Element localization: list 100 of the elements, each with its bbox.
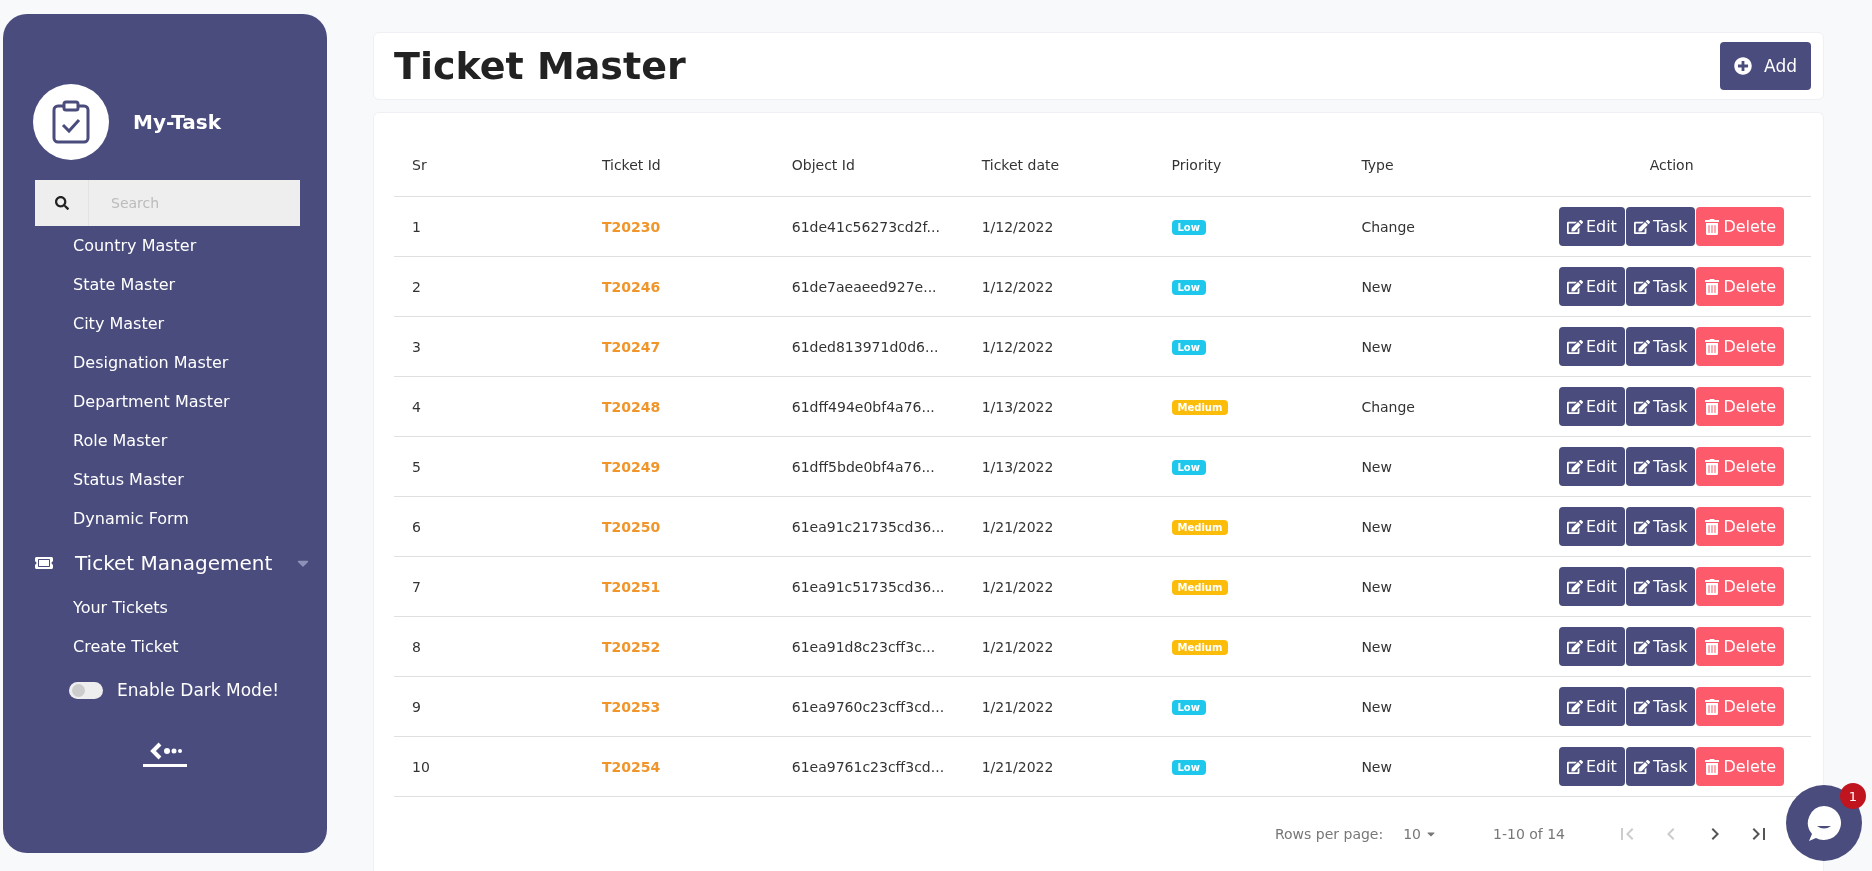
table-cell: 61ea9761c23cff3cd... [773,736,964,797]
sidebar-item[interactable]: City Master [3,304,327,343]
switch-label: Enable Dark Mode! [117,680,280,700]
task-button[interactable]: Task [1625,207,1696,246]
task-button[interactable]: Task [1625,747,1696,786]
table-cell: 1/12/2022 [963,316,1154,377]
table-cell: 61dff5bde0bf4a76... [773,436,964,497]
table-cell: 61ded813971d0d6... [773,316,964,377]
table-cell: 1/21/2022 [963,496,1154,557]
edit-button[interactable]: Edit [1558,267,1625,306]
ticket-id: T20252 [601,638,661,655]
page-range: 1-10 of 14 [1493,826,1565,842]
table-cell: New [1343,436,1534,497]
rows-per-page-select[interactable]: 10 [1403,826,1437,842]
table-cell: 3 [394,316,584,377]
sidebar-group[interactable]: Ticket Management [75,551,273,575]
table-cell: 1/13/2022 [963,436,1154,497]
edit-icon [1633,458,1650,475]
priority-badge: Medium [1171,520,1229,535]
table-cell: 1/21/2022 [963,616,1154,677]
trash-icon [1704,218,1721,235]
sidebar-item[interactable]: Dynamic Form [3,499,327,538]
table-cell: 1/21/2022 [963,736,1154,797]
edit-button[interactable]: Edit [1558,747,1625,786]
priority-badge: Medium [1171,580,1229,595]
table-cell: New [1343,496,1534,557]
task-button[interactable]: Task [1625,267,1696,306]
priority-badge: Low [1171,460,1206,475]
table-cell: 9 [394,676,584,737]
edit-button[interactable]: Edit [1558,627,1625,666]
task-button[interactable]: Task [1625,507,1696,546]
task-button[interactable]: Task [1625,567,1696,606]
table-cell: 1 [394,196,584,257]
plus-icon [1734,56,1753,75]
edit-icon [1633,278,1650,295]
table-cell: Change [1343,376,1534,437]
edit-icon [1633,518,1650,535]
table-cell: 61de7aeaeed927e... [773,256,964,317]
column-header: Sr [394,134,584,197]
table-cell: 1/13/2022 [963,376,1154,437]
table-cell: New [1343,616,1534,677]
edit-icon [1566,278,1583,295]
trash-icon [1704,758,1721,775]
edit-icon [1566,518,1583,535]
table-cell: Change [1343,196,1534,257]
edit-icon [1566,758,1583,775]
task-button[interactable]: Task [1625,687,1696,726]
ticket-id: T20230 [601,218,661,235]
table-cell: New [1343,676,1534,737]
sidebar-item[interactable]: Country Master [3,226,327,265]
edit-button[interactable]: Edit [1558,507,1625,546]
ticket-id: T20248 [601,398,661,415]
sidebar-item[interactable]: Designation Master [3,343,327,382]
sidebar-item[interactable]: Department Master [3,382,327,421]
table-cell: 61ea9760c23cff3cd... [773,676,964,737]
column-header: Action [1533,134,1811,197]
table-cell: 1/12/2022 [963,196,1154,257]
edit-icon [1633,218,1650,235]
table-cell: New [1343,736,1534,797]
table-cell: 61dff494e0bf4a76... [773,376,964,437]
ticket-id: T20249 [601,458,661,475]
sidebar-item[interactable]: Your Tickets [3,588,327,627]
edit-button[interactable]: Edit [1558,447,1625,486]
edit-icon [1566,218,1583,235]
trash-icon [1704,638,1721,655]
table-cell: 61de41c56273cd2f... [773,196,964,257]
table-cell: New [1343,256,1534,317]
edit-button[interactable]: Edit [1558,387,1625,426]
task-button[interactable]: Task [1625,447,1696,486]
edit-button[interactable]: Edit [1558,327,1625,366]
edit-button[interactable]: Edit [1558,207,1625,246]
sidebar-item[interactable]: Status Master [3,460,327,499]
dark-mode-switch[interactable] [69,681,103,699]
table-cell: 8 [394,616,584,677]
table-cell: New [1343,316,1534,377]
table-cell: 6 [394,496,584,557]
sidebar-item[interactable]: Create Ticket [3,627,327,666]
edit-icon [1566,698,1583,715]
ticket-id: T20254 [601,758,661,775]
edit-button[interactable]: Edit [1558,567,1625,606]
task-button[interactable]: Task [1625,627,1696,666]
page-title: Ticket Master [394,43,686,88]
sidebar-item[interactable]: Role Master [3,421,327,460]
table-cell: 10 [394,736,584,797]
add-button[interactable]: Add [1720,41,1811,90]
table-cell: 61ea91c51735cd36... [773,556,964,617]
edit-icon [1633,758,1650,775]
task-button[interactable]: Task [1625,387,1696,426]
ticket-id: T20247 [601,338,661,355]
edit-icon [1566,578,1583,595]
app-name: My-Task [133,110,222,134]
trash-icon [1704,338,1721,355]
table-cell: 7 [394,556,584,617]
task-button[interactable]: Task [1625,327,1696,366]
edit-icon [1633,638,1650,655]
trash-icon [1704,458,1721,475]
ticket-id: T20253 [601,698,661,715]
priority-badge: Medium [1171,640,1229,655]
sidebar-item[interactable]: State Master [3,265,327,304]
edit-button[interactable]: Edit [1558,687,1625,726]
